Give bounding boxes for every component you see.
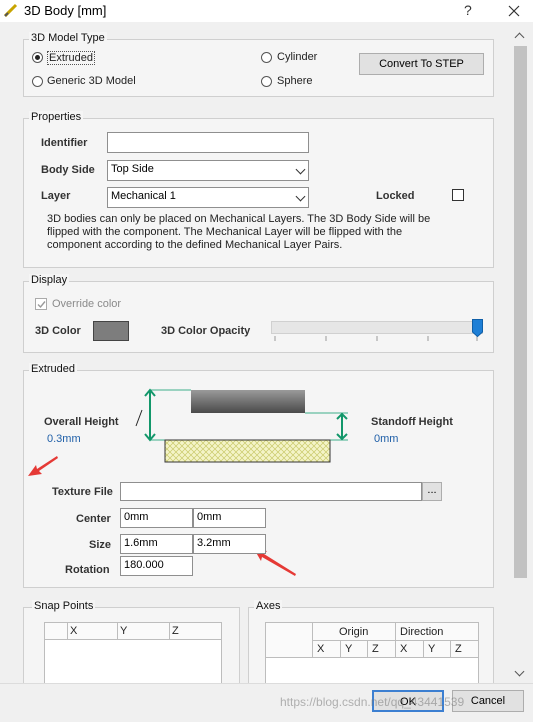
axes-origin-header: Origin: [339, 626, 369, 638]
axes-direction-x[interactable]: X: [400, 643, 407, 655]
radio-extruded[interactable]: [32, 52, 43, 63]
model-type-group-label: 3D Model Type: [29, 32, 107, 44]
app-icon: [4, 3, 18, 17]
texture-file-label: Texture File: [52, 486, 113, 498]
layer-label: Layer: [41, 190, 71, 202]
axes-table[interactable]: Origin Direction X Y Z X Y Z: [265, 622, 479, 684]
layer-note-line-1: 3D bodies can only be placed on Mechanic…: [47, 213, 431, 225]
radio-cylinder[interactable]: [261, 52, 272, 63]
axes-origin-y[interactable]: Y: [345, 643, 352, 655]
standoff-height-label: Standoff Height: [371, 416, 453, 428]
overall-height-value[interactable]: 0.3mm: [47, 433, 81, 445]
layer-note-line-2: flipped with the component. The Mechanic…: [47, 226, 403, 238]
locked-label: Locked: [376, 190, 415, 202]
snap-points-table[interactable]: X Y Z: [44, 622, 222, 684]
override-color-label: Override color: [52, 298, 122, 310]
opacity-slider-thumb[interactable]: [472, 319, 483, 338]
center-x-input[interactable]: 0mm: [120, 508, 193, 528]
column-divider: [450, 640, 451, 657]
axes-direction-z[interactable]: Z: [455, 643, 462, 655]
size-x-input[interactable]: 1.6mm: [120, 534, 193, 554]
axes-group-label: Axes: [254, 600, 283, 612]
axes-direction-y[interactable]: Y: [428, 643, 435, 655]
3d-color-swatch[interactable]: [93, 321, 129, 341]
locked-checkbox[interactable]: [452, 189, 464, 201]
layer-value: Mechanical 1: [111, 190, 176, 202]
snap-column-x[interactable]: X: [70, 625, 77, 637]
close-icon[interactable]: [508, 5, 520, 17]
layer-note-line-3: component according to the defined Mecha…: [47, 239, 343, 251]
radio-cylinder-label[interactable]: Cylinder: [277, 51, 317, 63]
browse-button[interactable]: ...: [422, 482, 442, 501]
help-button[interactable]: ?: [464, 2, 472, 18]
column-divider: [423, 640, 424, 657]
display-group-label: Display: [29, 274, 70, 286]
column-divider: [312, 623, 313, 657]
height-indicator-icon: [135, 409, 143, 427]
layer-select[interactable]: Mechanical 1: [107, 187, 309, 208]
rotation-input[interactable]: 180.000: [120, 556, 193, 576]
rotation-label: Rotation: [65, 564, 110, 576]
chevron-down-icon: [295, 164, 306, 175]
column-divider: [395, 623, 396, 657]
identifier-input[interactable]: [107, 132, 309, 153]
layer-note: 3D bodies can only be placed on Mechanic…: [47, 213, 430, 252]
center-y-input[interactable]: 0mm: [193, 508, 266, 528]
snap-column-z[interactable]: Z: [172, 625, 179, 637]
convert-to-step-button[interactable]: Convert To STEP: [359, 53, 484, 75]
axes-origin-z[interactable]: Z: [372, 643, 379, 655]
column-divider: [340, 640, 341, 657]
snap-column-y[interactable]: Y: [120, 625, 127, 637]
axes-origin-x[interactable]: X: [317, 643, 324, 655]
watermark: https://blog.csdn.net/qq_43441539: [280, 695, 465, 709]
radio-sphere[interactable]: [261, 76, 272, 87]
column-divider: [67, 623, 68, 639]
extrusion-diagram: [144, 388, 348, 463]
standoff-height-value[interactable]: 0mm: [374, 433, 398, 445]
column-divider: [117, 623, 118, 639]
size-y-input[interactable]: 3.2mm: [193, 534, 266, 554]
scrollbar-thumb[interactable]: [514, 46, 527, 578]
radio-extruded-label[interactable]: Extruded: [47, 51, 96, 65]
column-divider: [169, 623, 170, 639]
properties-group-label: Properties: [29, 111, 84, 123]
body-side-value: Top Side: [111, 163, 154, 175]
snap-points-group-label: Snap Points: [32, 600, 96, 612]
identifier-label: Identifier: [41, 137, 88, 149]
radio-sphere-label[interactable]: Sphere: [277, 75, 312, 87]
axes-direction-header: Direction: [400, 626, 444, 638]
column-divider: [367, 640, 368, 657]
opacity-slider-track[interactable]: [271, 321, 483, 334]
chevron-down-icon: [295, 191, 306, 202]
radio-generic-label[interactable]: Generic 3D Model: [47, 75, 136, 87]
opacity-slider-ticks: [274, 336, 478, 341]
center-label: Center: [76, 513, 111, 525]
window-title: 3D Body [mm]: [24, 3, 107, 18]
checkmark-icon: [37, 301, 46, 309]
3d-color-opacity-label: 3D Color Opacity: [161, 325, 251, 337]
body-side-label: Body Side: [41, 164, 95, 176]
title-bar: 3D Body [mm] ?: [0, 0, 533, 22]
texture-file-input[interactable]: [120, 482, 422, 501]
3d-color-label: 3D Color: [35, 325, 81, 337]
annotation-arrow-icon: [28, 456, 58, 476]
body-side-select[interactable]: Top Side: [107, 160, 309, 181]
overall-height-label: Overall Height: [44, 416, 119, 428]
extruded-group-label: Extruded: [29, 363, 78, 375]
radio-generic-3d-model[interactable]: [32, 76, 43, 87]
size-label: Size: [89, 539, 112, 551]
override-color-checkbox[interactable]: [35, 298, 47, 310]
